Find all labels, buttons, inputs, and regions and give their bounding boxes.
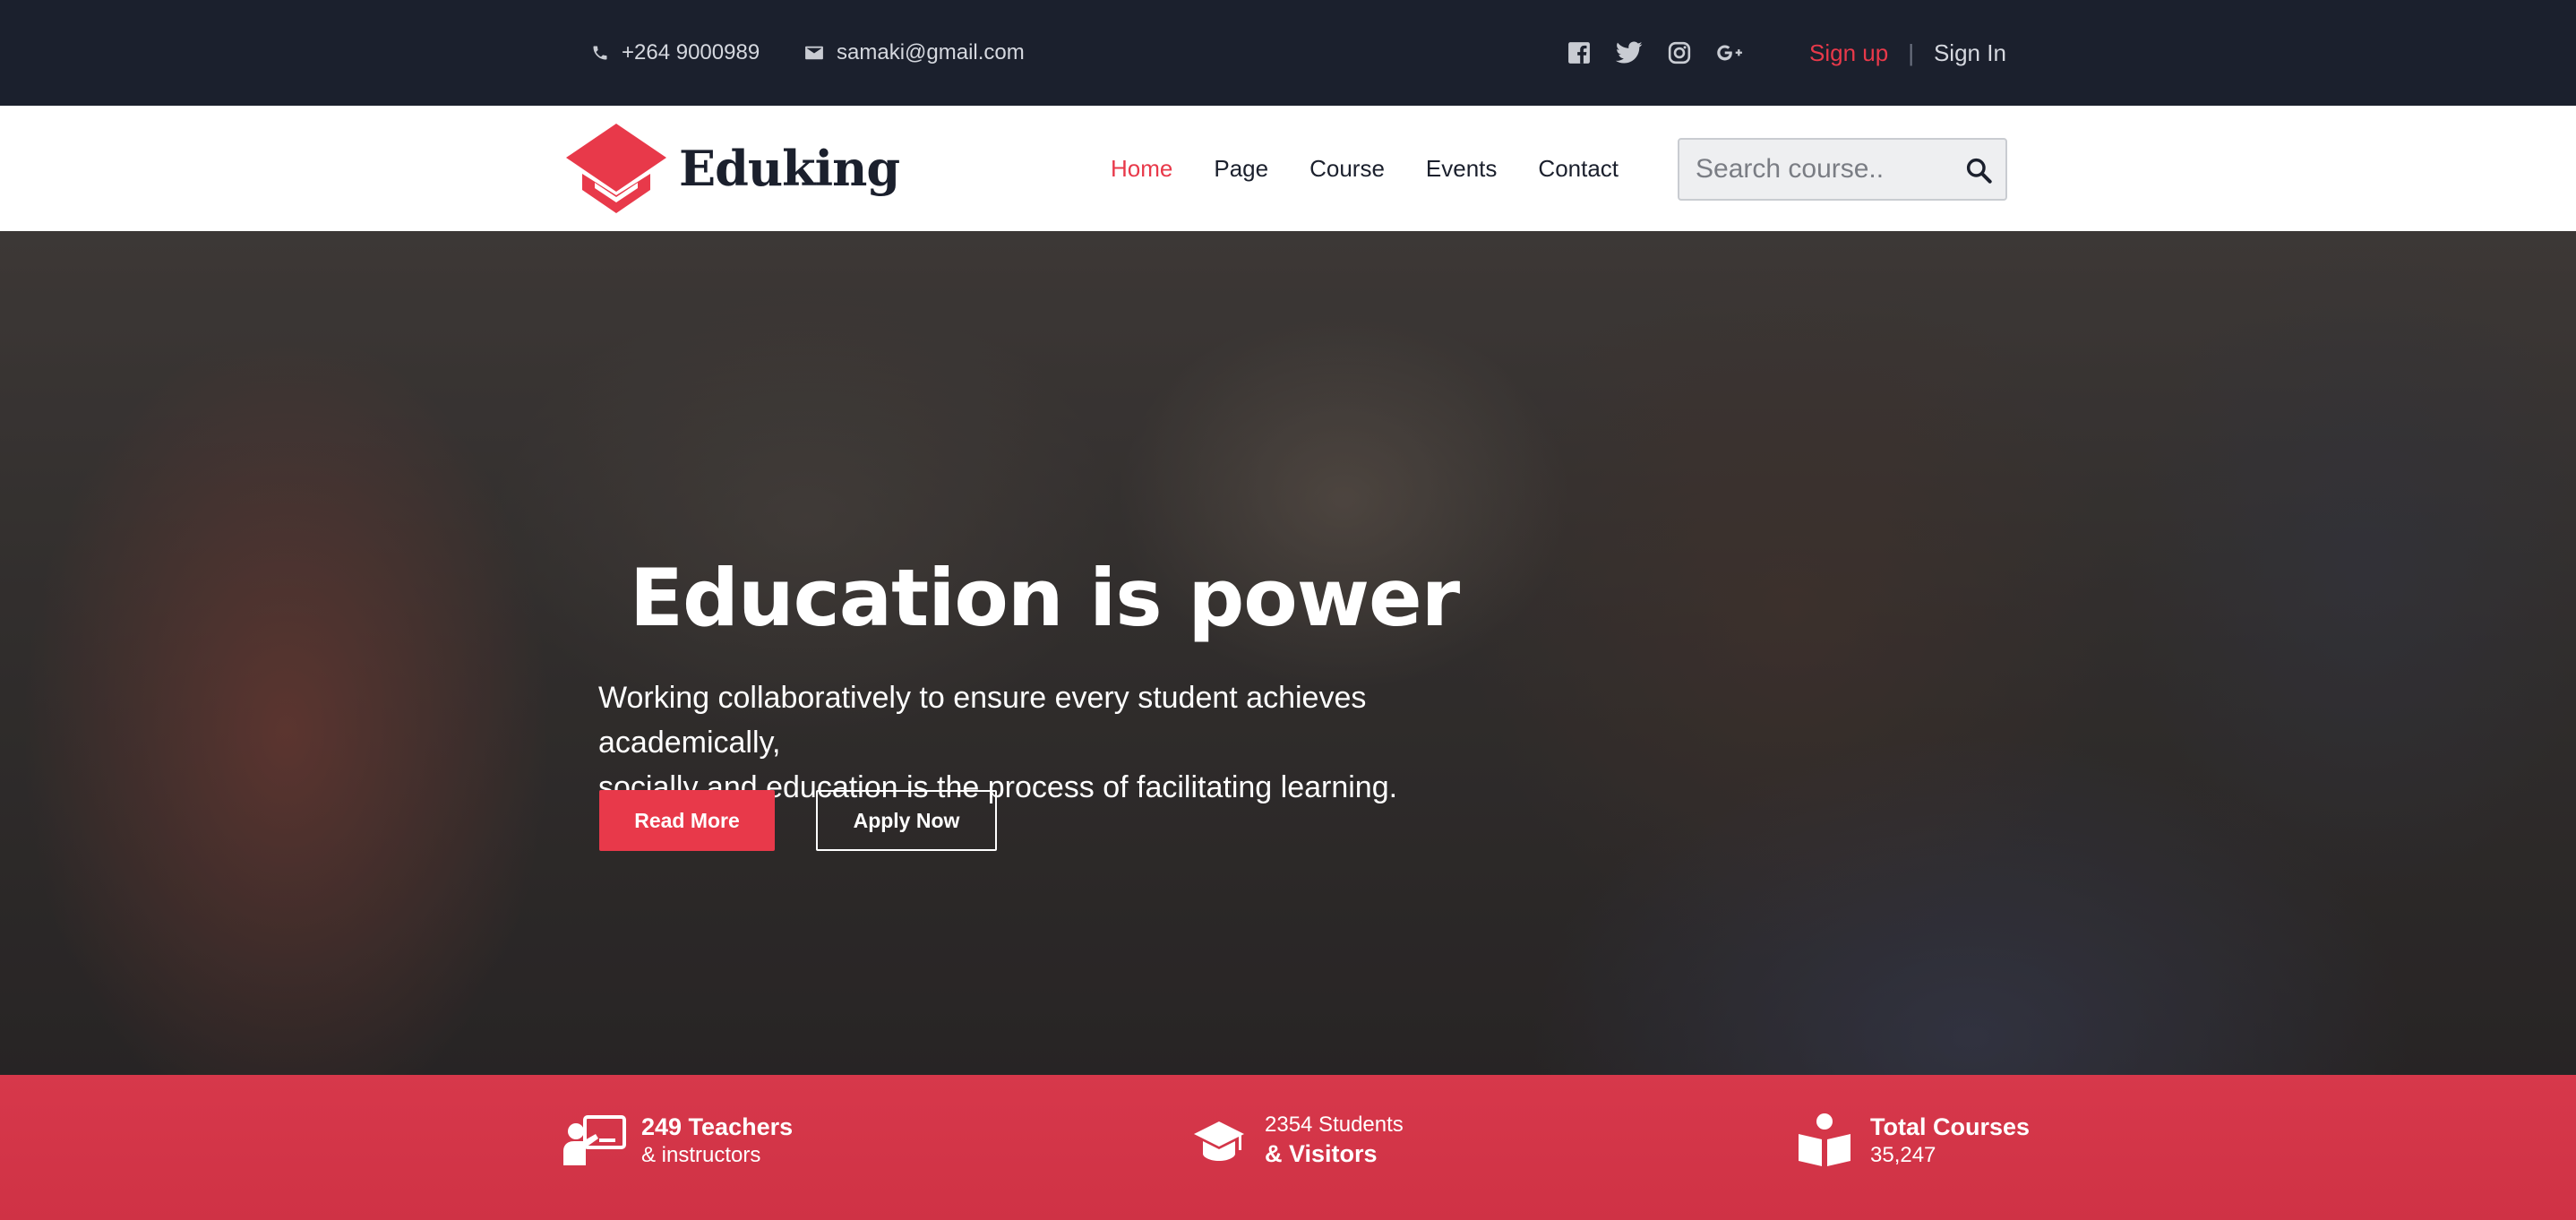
stat-courses: Total Courses 35,247	[1791, 1109, 2030, 1172]
main-menu: Home Page Course Events Contact	[1111, 106, 1619, 231]
stat-courses-value: 35,247	[1870, 1143, 1936, 1167]
stats-band: 249 Teachers & instructors 2354 Students…	[0, 1075, 2576, 1220]
nav-contact[interactable]: Contact	[1538, 155, 1619, 183]
stat-students-value: 2354 Students	[1265, 1113, 1404, 1137]
hero-subtitle-line: Working collaboratively to ensure every …	[598, 681, 1367, 760]
instagram-icon[interactable]	[1666, 39, 1693, 66]
nav-events[interactable]: Events	[1426, 155, 1498, 183]
stat-courses-label: Total Courses	[1870, 1113, 2031, 1140]
search-input[interactable]	[1696, 142, 1964, 196]
hero-background-image	[0, 231, 2576, 1075]
top-bar: +264 9000989 samaki@gmail.com Sign up | …	[0, 0, 2576, 106]
nav-home[interactable]: Home	[1111, 155, 1172, 183]
sign-in-link[interactable]: Sign In	[1934, 39, 2006, 67]
email-address: samaki@gmail.com	[837, 40, 1025, 64]
mail-icon	[805, 46, 823, 60]
main-navbar: Eduking Home Page Course Events Contact	[0, 106, 2576, 231]
search-icon[interactable]	[1964, 156, 1993, 185]
google-plus-icon[interactable]	[1716, 39, 1743, 66]
stat-teachers: 249 Teachers & instructors	[562, 1109, 793, 1172]
auth-separator: |	[1908, 39, 1914, 66]
phone-number: +264 9000989	[622, 40, 760, 64]
auth-links: Sign up | Sign In	[1809, 0, 2006, 106]
phone-contact[interactable]: +264 9000989	[591, 0, 760, 106]
logo[interactable]: Eduking	[562, 122, 900, 215]
stat-teachers-value: 249 Teachers	[641, 1113, 794, 1140]
sign-up-link[interactable]: Sign up	[1809, 39, 1888, 67]
stat-students-caption: & Visitors	[1265, 1140, 1378, 1167]
social-links	[1566, 0, 1743, 106]
nav-page[interactable]: Page	[1214, 155, 1268, 183]
apply-now-button[interactable]: Apply Now	[816, 790, 997, 851]
nav-course[interactable]: Course	[1309, 155, 1385, 183]
read-more-button[interactable]: Read More	[599, 790, 775, 851]
graduation-cap-logo-icon	[566, 124, 666, 213]
facebook-icon[interactable]	[1566, 39, 1593, 66]
book-reader-icon	[1791, 1109, 1858, 1172]
teacher-icon	[562, 1109, 629, 1172]
graduation-cap-icon	[1186, 1109, 1252, 1172]
logo-text: Eduking	[679, 140, 900, 197]
stat-students: 2354 Students & Visitors	[1186, 1109, 1404, 1172]
search-box	[1678, 138, 2007, 201]
twitter-icon[interactable]	[1616, 39, 1643, 66]
hero-section: Education is power Working collaborative…	[0, 231, 2576, 1075]
stat-teachers-caption: & instructors	[641, 1143, 761, 1167]
phone-icon	[593, 46, 607, 60]
email-contact[interactable]: samaki@gmail.com	[804, 0, 1025, 106]
hero-title: Education is power	[629, 552, 1460, 644]
